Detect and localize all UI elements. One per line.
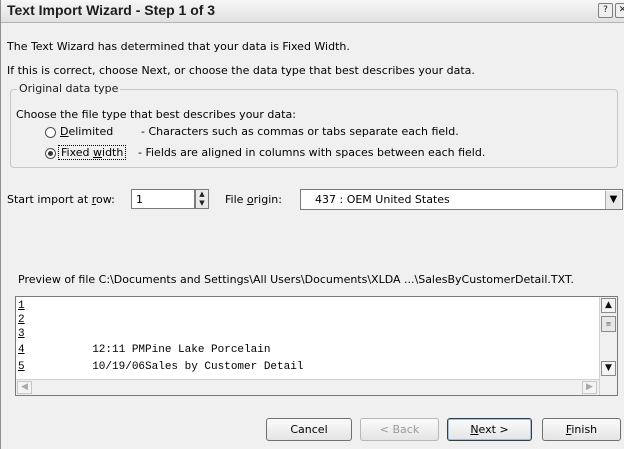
start-row-spinner[interactable]: ▲ ▼	[195, 189, 209, 209]
window-title: Text Import Wizard - Step 1 of 3	[7, 2, 216, 18]
file-origin-select[interactable]: 437 : OEM United States ▼	[300, 189, 623, 210]
file-origin-label: File origin:	[225, 193, 282, 206]
preview-row-number: 1	[18, 300, 25, 312]
fixed-width-radio[interactable]	[45, 148, 56, 159]
preview-row-text: 12:11 PMPine Lake Porcelain	[46, 344, 271, 356]
finish-button[interactable]: Finish	[542, 418, 621, 441]
preview-row-number: 4	[18, 344, 25, 356]
preview-row: 2	[16, 314, 599, 327]
fixed-width-description: - Fields are aligned in columns with spa…	[138, 146, 486, 159]
delimited-radio-label[interactable]: Delimited	[60, 125, 113, 138]
scroll-up-icon[interactable]: ▲	[601, 298, 616, 313]
back-button[interactable]: < Back	[360, 418, 439, 441]
preview-content: 1 2 3 4 12:11 PMPine Lake Porcelain 5 10…	[16, 297, 599, 379]
scroll-thumb[interactable]: ≡	[601, 316, 616, 332]
spin-up-icon[interactable]: ▲	[196, 190, 208, 199]
fixed-width-radio-label[interactable]: Fixed width	[58, 145, 127, 160]
preview-row-number: 3	[18, 328, 25, 340]
preview-row-number: 5	[18, 361, 25, 373]
preview-row: 5 10/19/06Sales by Customer Detail	[16, 361, 599, 374]
next-button[interactable]: Next >	[447, 418, 532, 441]
start-row-input[interactable]: 1	[131, 189, 195, 209]
delimited-radio[interactable]	[45, 127, 56, 138]
original-data-type-legend: Original data type	[17, 82, 121, 95]
preview-row-text: 10/19/06Sales by Customer Detail	[46, 361, 304, 373]
spin-down-icon[interactable]: ▼	[196, 199, 208, 208]
preview-row: 3	[16, 328, 599, 341]
scroll-left-icon[interactable]: ◀	[17, 381, 32, 394]
scroll-right-icon[interactable]: ▶	[582, 381, 597, 394]
start-row-label: Start import at row:	[7, 193, 115, 206]
preview-label: Preview of file C:\Documents and Setting…	[18, 273, 574, 286]
preview-row-number: 2	[18, 314, 25, 326]
file-origin-value: 437 : OEM United States	[315, 193, 450, 206]
intro-text-line-2: If this is correct, choose Next, or choo…	[7, 64, 475, 77]
help-button[interactable]: ?	[598, 3, 613, 18]
cancel-button[interactable]: Cancel	[266, 418, 352, 441]
scroll-down-icon[interactable]: ▼	[601, 361, 616, 376]
preview-row: 1	[16, 300, 599, 313]
preview-row: 4 12:11 PMPine Lake Porcelain	[16, 344, 599, 357]
preview-vertical-scrollbar[interactable]: ▲ ≡ ▼	[599, 297, 617, 395]
preview-pane[interactable]: 1 2 3 4 12:11 PMPine Lake Porcelain 5 10…	[15, 296, 618, 396]
file-type-prompt: Choose the file type that best describes…	[16, 108, 296, 121]
chevron-down-icon[interactable]: ▼	[605, 191, 621, 209]
delimited-description: - Characters such as commas or tabs sepa…	[141, 125, 459, 138]
close-button[interactable]: ✕	[615, 3, 624, 18]
intro-text-line-1: The Text Wizard has determined that your…	[7, 40, 350, 53]
title-bar[interactable]: Text Import Wizard - Step 1 of 3 ? ✕	[1, 0, 624, 23]
text-import-wizard-dialog: Text Import Wizard - Step 1 of 3 ? ✕ The…	[0, 0, 624, 449]
preview-horizontal-scrollbar[interactable]: ◀ ▶	[16, 379, 599, 395]
